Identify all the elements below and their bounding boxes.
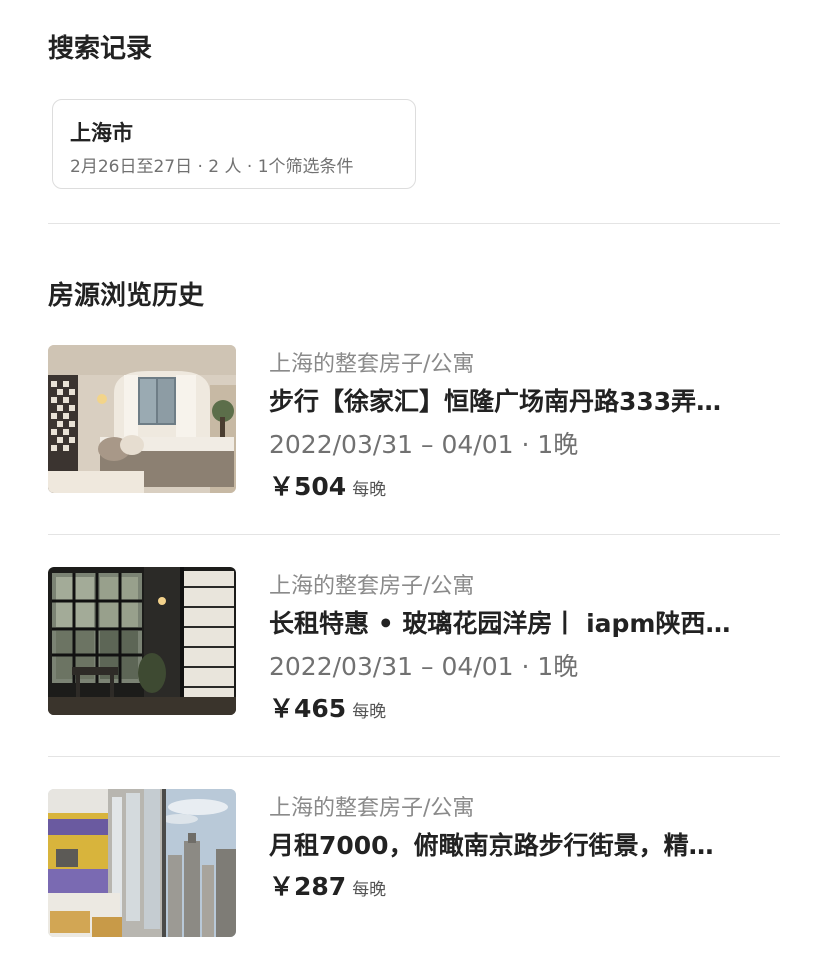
- price-unit: 每晚: [352, 480, 387, 500]
- price-per-night: ￥504 每晚: [269, 467, 386, 503]
- listing-title[interactable]: 月租7000，俯瞰南京路步行街景，精…: [269, 826, 769, 862]
- price-amount: ￥504: [269, 472, 347, 501]
- search-history-title: 搜索记录: [48, 34, 153, 64]
- bedroom-photo[interactable]: [48, 345, 236, 493]
- search-details: 2月26日至27日 · 2 人 · 1个筛选条件: [70, 157, 354, 177]
- price-per-night: ￥287 每晚: [269, 867, 386, 903]
- property-type: 上海的整套房子/公寓: [269, 796, 475, 821]
- section-divider: [48, 223, 780, 224]
- listing-divider: [48, 534, 780, 535]
- city-view-photo[interactable]: [48, 789, 236, 937]
- glass-room-photo[interactable]: [48, 567, 236, 715]
- listing-title[interactable]: 步行【徐家汇】恒隆广场南丹路333弄…: [269, 382, 769, 418]
- listing-card[interactable]: 上海的整套房子/公寓 步行【徐家汇】恒隆广场南丹路333弄… 2022/03/3…: [48, 345, 780, 501]
- stay-dates: 2022/03/31 – 04/01 · 1晚: [269, 430, 579, 459]
- price-amount: ￥287: [269, 872, 347, 901]
- price-unit: 每晚: [352, 702, 387, 722]
- listing-card[interactable]: 上海的整套房子/公寓 长租特惠 • 玻璃花园洋房丨 iapm陕西… 2022/0…: [48, 567, 780, 723]
- price-amount: ￥465: [269, 694, 347, 723]
- listing-divider: [48, 756, 780, 757]
- price-unit: 每晚: [352, 880, 387, 900]
- listing-title[interactable]: 长租特惠 • 玻璃花园洋房丨 iapm陕西…: [269, 604, 769, 640]
- listing-card[interactable]: 上海的整套房子/公寓 月租7000，俯瞰南京路步行街景，精… ￥287 每晚: [48, 789, 780, 939]
- search-history-card[interactable]: 上海市 2月26日至27日 · 2 人 · 1个筛选条件: [52, 99, 416, 189]
- browse-history-title: 房源浏览历史: [48, 281, 205, 311]
- price-per-night: ￥465 每晚: [269, 689, 386, 725]
- stay-dates: 2022/03/31 – 04/01 · 1晚: [269, 652, 579, 681]
- property-type: 上海的整套房子/公寓: [269, 352, 475, 377]
- search-location: 上海市: [70, 121, 133, 145]
- property-type: 上海的整套房子/公寓: [269, 574, 475, 599]
